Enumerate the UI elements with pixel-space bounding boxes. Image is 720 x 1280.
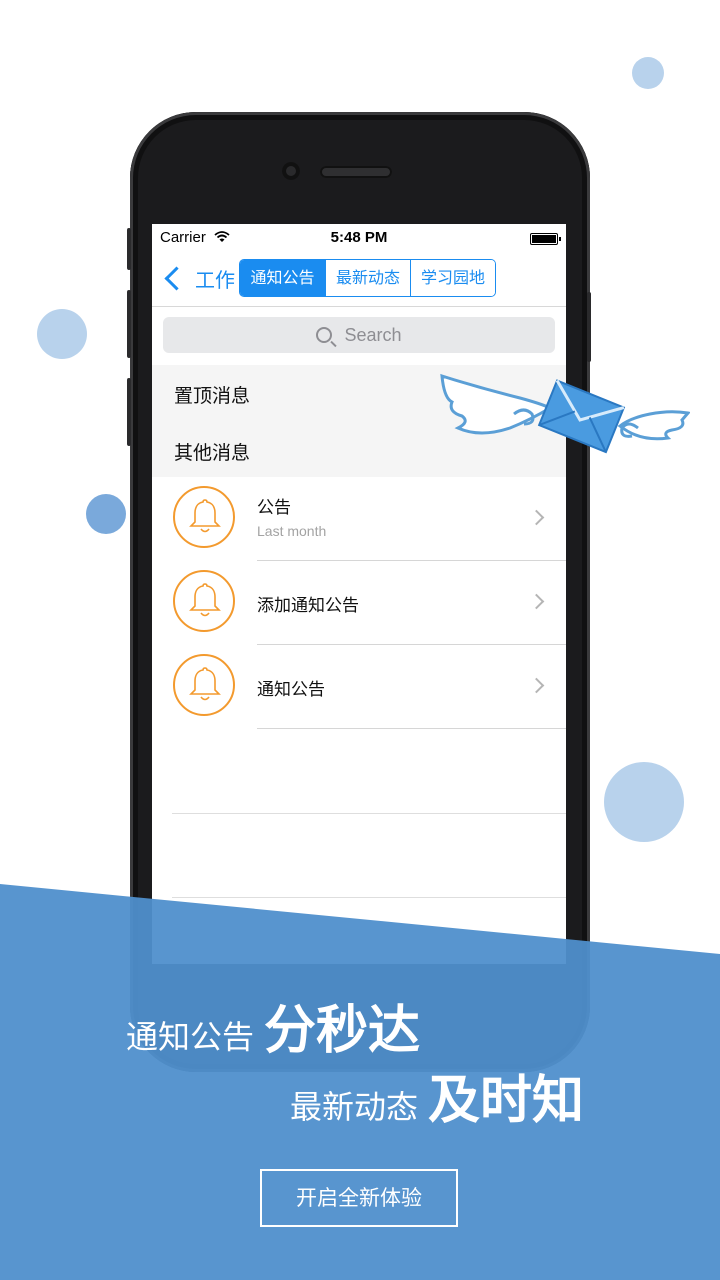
message-list: 公告 Last month 添加通知公告 通知公告 [152, 477, 566, 729]
item-title: 添加通知公告 [257, 596, 359, 616]
camera [282, 162, 300, 180]
start-experience-button[interactable]: 开启全新体验 [260, 1169, 458, 1227]
divider [172, 897, 566, 898]
bell-icon [173, 654, 235, 716]
chevron-left-icon [164, 265, 189, 291]
list-item[interactable]: 添加通知公告 [152, 561, 566, 645]
search-placeholder: Search [344, 324, 402, 345]
tab-notices[interactable]: 通知公告 [240, 260, 325, 296]
search-input[interactable]: Search [163, 317, 555, 353]
list-item[interactable]: 公告 Last month [152, 477, 566, 561]
volume-button [127, 378, 131, 446]
slogan-line-2-small: 最新动态 [290, 1088, 419, 1126]
slogan-line-1-small: 通知公告 [126, 1018, 255, 1056]
decor-dot [37, 309, 87, 359]
chevron-right-icon [528, 509, 545, 526]
slogan-line-1-big: 分秒达 [264, 1001, 421, 1061]
decor-dot [86, 494, 126, 534]
tab-learning[interactable]: 学习园地 [410, 260, 495, 296]
volume-button [127, 228, 131, 270]
volume-button [127, 290, 131, 358]
list-item[interactable]: 通知公告 [152, 645, 566, 729]
item-subtitle: Last month [257, 523, 327, 539]
nav-bar: 工作 通知公告 最新动态 学习园地 [152, 250, 566, 307]
bell-icon [173, 486, 235, 548]
power-button [587, 292, 591, 362]
divider [172, 813, 566, 814]
back-button[interactable]: 工作 [162, 262, 235, 294]
item-title: 通知公告 [257, 680, 325, 700]
clock: 5:48 PM [330, 229, 388, 246]
search-icon [316, 327, 333, 343]
section-pinned[interactable]: 置顶消息 [174, 381, 250, 408]
winged-envelope-icon [440, 373, 690, 454]
section-others[interactable]: 其他消息 [174, 438, 250, 465]
slogan-line-2: 最新动态 及时知 [290, 1058, 584, 1133]
battery-icon [530, 233, 561, 245]
decor-dot [632, 57, 664, 89]
decor-dot [604, 762, 684, 842]
status-bar: Carrier 5:48 PM [152, 224, 566, 250]
chevron-right-icon [528, 677, 545, 694]
speaker [320, 166, 392, 178]
search-bar: Search [152, 307, 566, 365]
chevron-right-icon [528, 593, 545, 610]
segmented-control: 通知公告 最新动态 学习园地 [239, 259, 496, 297]
slogan-line-2-big: 及时知 [428, 1071, 585, 1131]
bell-icon [173, 570, 235, 632]
app-screen: Carrier 5:48 PM 工作 通知公告 最新动态 学习园地 Search… [152, 224, 566, 964]
divider [257, 728, 566, 729]
item-title: 公告 [257, 498, 291, 518]
slogan-line-1: 通知公告 分秒达 [126, 988, 420, 1063]
back-label: 工作 [195, 267, 235, 292]
tab-news[interactable]: 最新动态 [325, 260, 410, 296]
